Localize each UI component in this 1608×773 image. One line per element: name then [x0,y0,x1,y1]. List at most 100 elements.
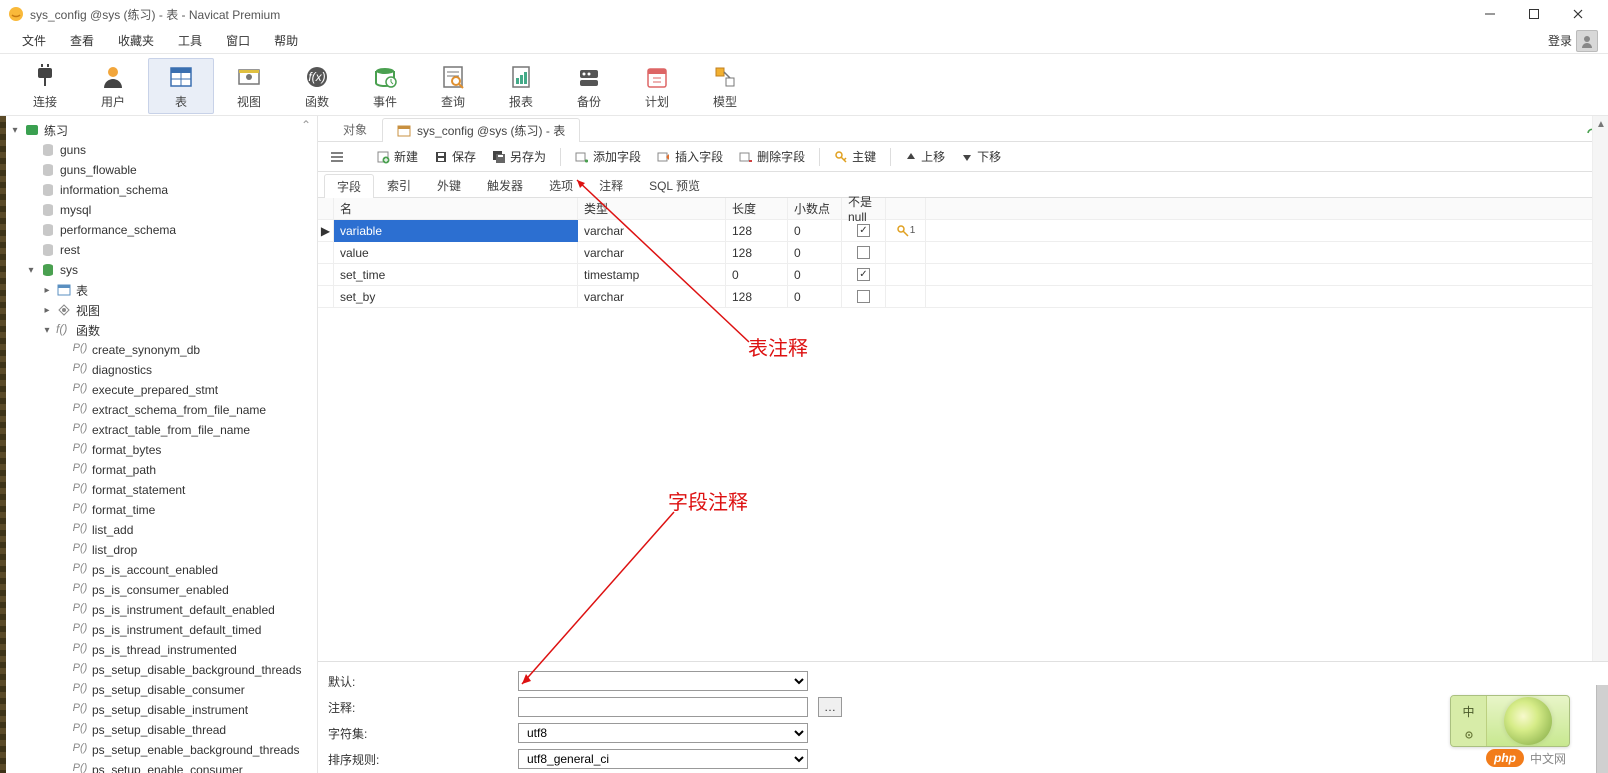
comment-input[interactable] [518,697,808,717]
movedown-button[interactable]: 下移 [955,146,1007,167]
cell-dec[interactable]: 0 [788,220,842,242]
table-row[interactable]: set_timetimestamp00✓ [318,264,1608,286]
nav-panel[interactable]: ⌃ ▾练习 gunsguns_flowableinformation_schem… [6,116,318,773]
tool-table[interactable]: 表 [148,58,214,114]
delfield-button[interactable]: 删除字段 [733,146,811,167]
menu-help[interactable]: 帮助 [262,29,310,52]
cell-dec[interactable]: 0 [788,264,842,286]
tree-function[interactable]: P()ps_setup_disable_consumer [6,680,317,700]
tool-schedule[interactable]: 计划 [624,58,690,114]
col-type[interactable]: 类型 [578,198,726,220]
tree-function[interactable]: P()extract_schema_from_file_name [6,400,317,420]
menu-window[interactable]: 窗口 [214,29,262,52]
tree-functions[interactable]: ▾f()函数 [6,320,317,340]
tree-database[interactable]: performance_schema [6,220,317,240]
col-dec[interactable]: 小数点 [788,198,842,220]
maximize-button[interactable] [1512,0,1556,28]
table-row[interactable]: set_byvarchar1280 [318,286,1608,308]
tree-function[interactable]: P()ps_is_account_enabled [6,560,317,580]
tree-function[interactable]: P()create_synonym_db [6,340,317,360]
cell-name[interactable]: set_by [334,286,578,308]
save-button[interactable]: 保存 [428,146,482,167]
cell-len[interactable]: 0 [726,264,788,286]
charset-input[interactable]: utf8 [518,723,808,743]
tree-database[interactable]: rest [6,240,317,260]
menu-tools[interactable]: 工具 [166,29,214,52]
subtab-options[interactable]: 选项 [536,173,586,197]
collation-input[interactable]: utf8_general_ci [518,749,808,769]
tool-event[interactable]: 事件 [352,58,418,114]
menu-view[interactable]: 查看 [58,29,106,52]
login-link[interactable]: 登录 [1548,32,1572,49]
tool-connect[interactable]: 连接 [12,58,78,114]
tree-function[interactable]: P()extract_table_from_file_name [6,420,317,440]
tool-query[interactable]: 查询 [420,58,486,114]
tree-database-sys[interactable]: ▾sys [6,260,317,280]
subtab-fields[interactable]: 字段 [324,174,374,198]
tool-user[interactable]: 用户 [80,58,146,114]
tree-database[interactable]: guns_flowable [6,160,317,180]
tab-table-editor[interactable]: sys_config @sys (练习) - 表 [382,118,580,142]
tree-function[interactable]: P()ps_setup_enable_background_threads [6,740,317,760]
tree-function[interactable]: P()execute_prepared_stmt [6,380,317,400]
tree-database[interactable]: mysql [6,200,317,220]
cell-type[interactable]: varchar [578,242,726,264]
cell-type[interactable]: varchar [578,286,726,308]
tool-report[interactable]: 报表 [488,58,554,114]
menu-fav[interactable]: 收藏夹 [106,29,166,52]
cell-name[interactable]: value [334,242,578,264]
tree-function[interactable]: P()ps_is_instrument_default_timed [6,620,317,640]
connection-tree[interactable]: ▾练习 gunsguns_flowableinformation_schemam… [6,116,317,773]
comment-more-button[interactable]: … [818,697,842,717]
addfield-button[interactable]: 添加字段 [569,146,647,167]
minimize-button[interactable] [1468,0,1512,28]
insertfield-button[interactable]: 插入字段 [651,146,729,167]
tool-view[interactable]: 视图 [216,58,282,114]
side-scroll[interactable] [1596,685,1608,773]
tree-function[interactable]: P()format_statement [6,480,317,500]
primary-button[interactable]: 主键 [828,146,882,167]
tool-backup[interactable]: 备份 [556,58,622,114]
tree-connection[interactable]: ▾练习 [6,120,317,140]
subtab-comment[interactable]: 注释 [586,173,636,197]
menu-file[interactable]: 文件 [10,29,58,52]
cell-len[interactable]: 128 [726,242,788,264]
tree-function[interactable]: P()format_path [6,460,317,480]
table-row[interactable]: valuevarchar1280 [318,242,1608,264]
subtab-trigger[interactable]: 触发器 [474,173,536,197]
tree-function[interactable]: P()list_add [6,520,317,540]
new-button[interactable]: 新建 [370,146,424,167]
moveup-button[interactable]: 上移 [899,146,951,167]
cell-type[interactable]: varchar [578,220,726,242]
avatar[interactable] [1576,30,1598,52]
subtab-fk[interactable]: 外键 [424,173,474,197]
hamburger-icon[interactable] [326,146,348,168]
scroll-up-icon[interactable]: ▲ [1593,116,1608,132]
cell-name[interactable]: set_time [334,264,578,286]
cell-name[interactable]: variable [334,220,578,242]
tree-function[interactable]: P()ps_setup_enable_consumer [6,760,317,773]
close-button[interactable] [1556,0,1600,28]
tab-objects[interactable]: 对象 [328,117,382,141]
tree-function[interactable]: P()ps_setup_disable_background_threads [6,660,317,680]
col-null[interactable]: 不是 null [842,198,886,220]
cell-len[interactable]: 128 [726,220,788,242]
ime-widget[interactable]: 中 [1450,695,1570,747]
tool-model[interactable]: 模型 [692,58,758,114]
tool-func[interactable]: f(x)函数 [284,58,350,114]
tree-function[interactable]: P()ps_is_thread_instrumented [6,640,317,660]
cell-null[interactable]: ✓ [842,264,886,286]
cell-null[interactable] [842,286,886,308]
tree-function[interactable]: P()ps_is_instrument_default_enabled [6,600,317,620]
tree-database[interactable]: guns [6,140,317,160]
tree-function[interactable]: P()list_drop [6,540,317,560]
cell-dec[interactable]: 0 [788,242,842,264]
subtab-indexes[interactable]: 索引 [374,173,424,197]
cell-null[interactable]: ✓ [842,220,886,242]
scroll-handle-icon[interactable]: ⌃ [301,118,311,132]
default-input[interactable] [518,671,808,691]
subtab-sqlpreview[interactable]: SQL 预览 [636,173,713,197]
tree-function[interactable]: P()format_bytes [6,440,317,460]
tree-function[interactable]: P()ps_setup_disable_thread [6,720,317,740]
cell-dec[interactable]: 0 [788,286,842,308]
